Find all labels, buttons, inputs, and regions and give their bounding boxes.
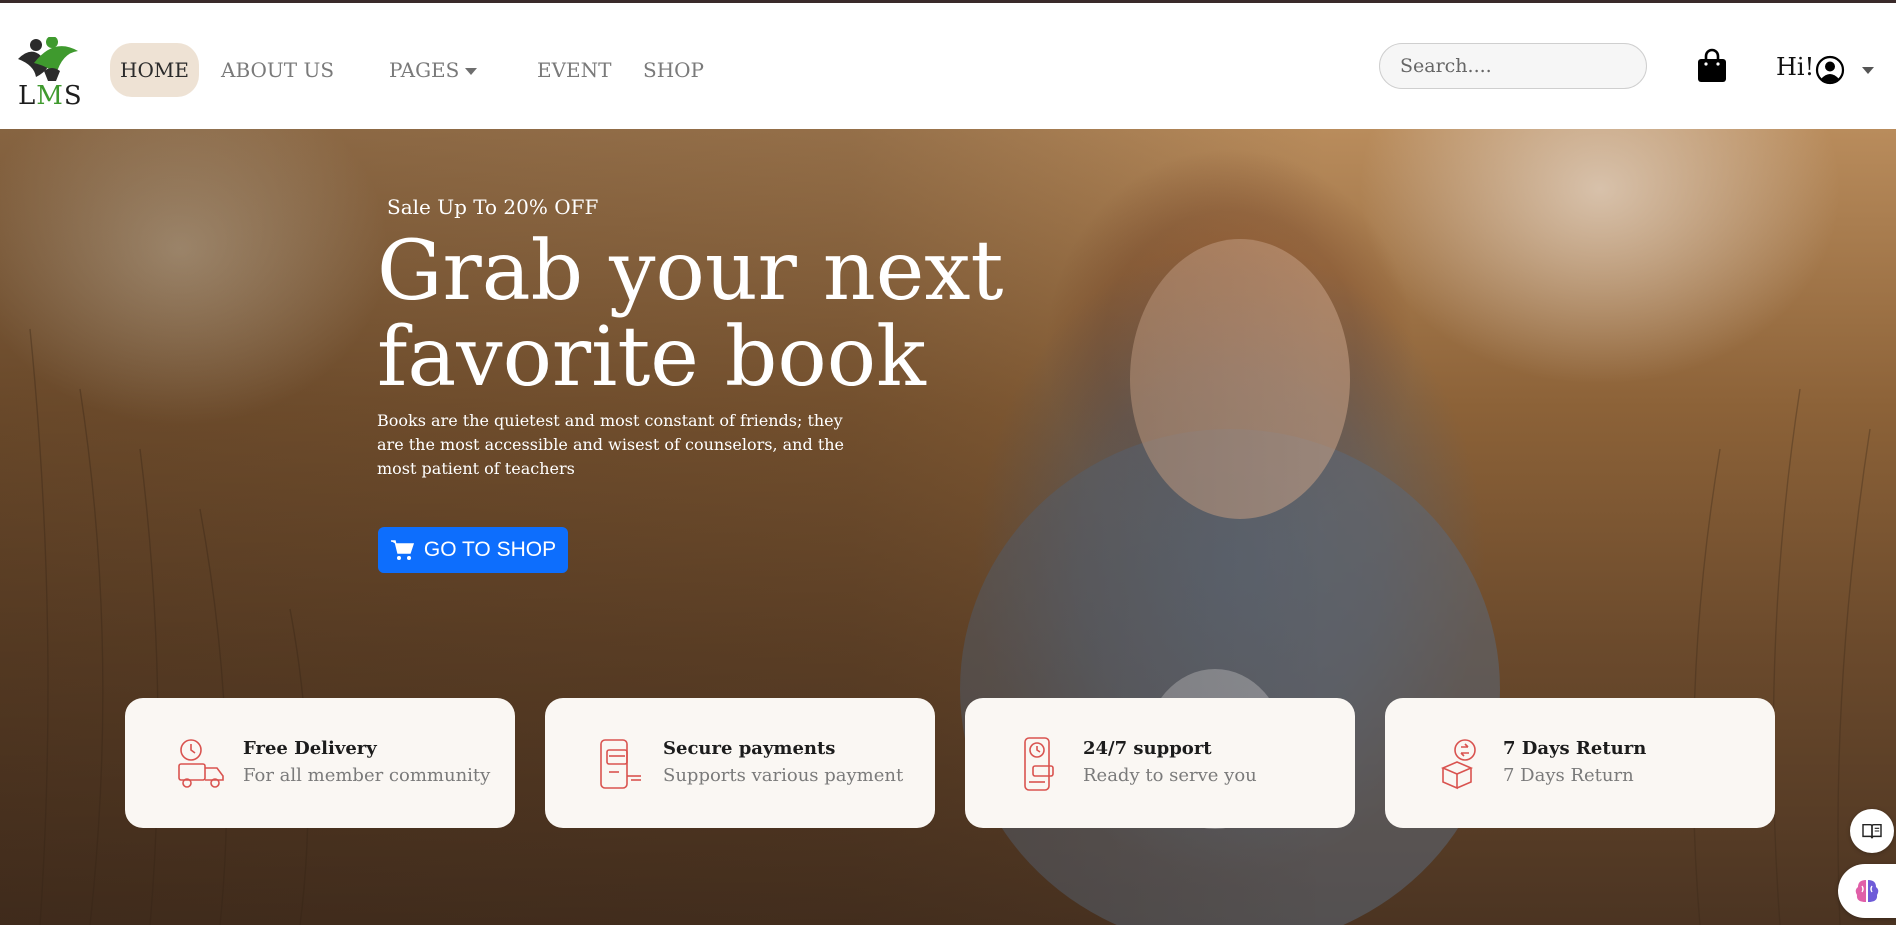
feature-title: 24/7 support bbox=[1083, 738, 1212, 759]
feature-subtitle: Supports various payment bbox=[663, 765, 904, 786]
caret-down-icon bbox=[465, 68, 478, 75]
feature-title: Secure payments bbox=[663, 738, 836, 759]
user-account-icon[interactable] bbox=[1815, 55, 1845, 85]
feature-subtitle: For all member community bbox=[243, 765, 491, 786]
feature-title: 7 Days Return bbox=[1503, 738, 1647, 759]
feature-card-payments: Secure payments Supports various payment bbox=[545, 698, 935, 828]
go-to-shop-button[interactable]: GO TO SHOP bbox=[378, 527, 568, 573]
logo-text: LMS bbox=[18, 81, 83, 111]
hero-headline: Grab your next favorite book bbox=[377, 229, 1097, 401]
feature-card-delivery: Free Delivery For all member community bbox=[125, 698, 515, 828]
search-input[interactable] bbox=[1379, 43, 1647, 89]
go-to-shop-label: GO TO SHOP bbox=[423, 538, 557, 561]
headline-line-2: favorite book bbox=[377, 310, 926, 405]
navbar: LMS HOME ABOUT US PAGES EVENT SHOP Hi! bbox=[0, 3, 1896, 129]
open-book-icon bbox=[1862, 823, 1882, 839]
shopping-bag-icon[interactable] bbox=[1697, 47, 1727, 83]
feature-title: Free Delivery bbox=[243, 738, 377, 759]
greeting-text: Hi! bbox=[1776, 53, 1815, 81]
headline-line-1: Grab your next bbox=[377, 224, 1004, 319]
sale-tagline: Sale Up To 20% OFF bbox=[387, 195, 599, 219]
brain-icon bbox=[1855, 880, 1879, 902]
nav-pages-label: PAGES bbox=[389, 58, 460, 82]
return-box-icon bbox=[1440, 739, 1476, 790]
nav-shop[interactable]: SHOP bbox=[643, 43, 704, 97]
cart-icon bbox=[390, 540, 414, 560]
user-menu-caret-icon[interactable] bbox=[1862, 67, 1874, 74]
support-phone-icon bbox=[1024, 737, 1054, 791]
nav-event[interactable]: EVENT bbox=[537, 43, 611, 97]
ai-assistant-button[interactable] bbox=[1838, 864, 1896, 918]
feature-subtitle: 7 Days Return bbox=[1503, 765, 1634, 786]
nav-home[interactable]: HOME bbox=[110, 43, 199, 97]
hero-quote: Books are the quietest and most constant… bbox=[377, 411, 845, 478]
feature-card-return: 7 Days Return 7 Days Return bbox=[1385, 698, 1775, 828]
nav-about-us[interactable]: ABOUT US bbox=[221, 43, 334, 97]
reader-mode-button[interactable] bbox=[1850, 809, 1894, 853]
feature-subtitle: Ready to serve you bbox=[1083, 765, 1257, 786]
hero-banner: Sale Up To 20% OFF Grab your next favorit… bbox=[0, 129, 1896, 925]
payment-phone-icon bbox=[600, 739, 641, 789]
feature-card-support: 24/7 support Ready to serve you bbox=[965, 698, 1355, 828]
delivery-truck-icon bbox=[178, 739, 224, 788]
nav-pages[interactable]: PAGES bbox=[389, 43, 478, 97]
